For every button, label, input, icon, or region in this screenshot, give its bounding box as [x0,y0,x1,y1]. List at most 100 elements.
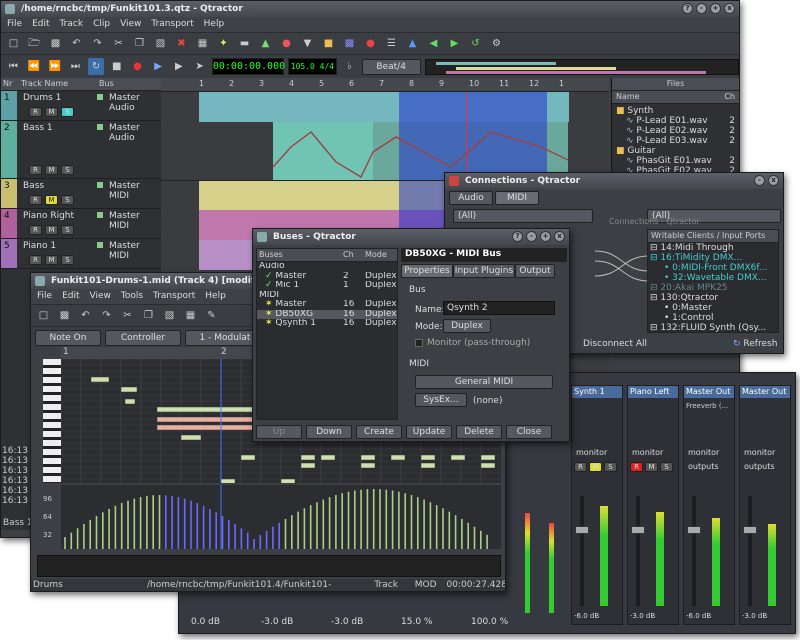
new-icon[interactable]: □ [5,35,22,52]
ed-cut-icon[interactable]: ✂ [119,307,136,324]
track-s-button[interactable]: S [61,255,74,265]
track-m-button[interactable]: M [45,195,58,205]
help-icon[interactable]: ? [682,3,693,14]
track-r-button[interactable]: R [29,165,42,175]
file-item[interactable]: ∿ P-Lead E03.wav 2 [616,136,735,146]
port-item[interactable]: ⊟ 16:TiMidity DMX... [650,253,778,263]
buses-list[interactable]: Buses Ch Mode Audio ✓ Master 2 Duplex ✓ Mic 11… [256,248,398,420]
midi-note[interactable] [390,454,406,461]
track-m-button[interactable]: M [45,165,58,175]
track-row[interactable]: 1 Drums 1 Master Audio R M S [1,91,161,121]
event-type-select[interactable]: Controller [105,329,181,346]
track-s-button[interactable]: S [61,225,74,235]
strip-r-button[interactable]: R [630,462,643,472]
strip-fader[interactable] [580,496,584,606]
file-item[interactable]: ∿ P-Lead E01.wav 2 [616,116,735,126]
bus-group-row[interactable]: MIDI [257,291,397,301]
port-item[interactable]: ⊟ 130:Qtractor [650,293,778,303]
bus-close-button[interactable]: Close [506,425,552,439]
strip-name[interactable]: Piano Left [628,386,678,398]
redo-icon[interactable]: ↷ [89,35,106,52]
piano-keys[interactable] [43,359,61,483]
midi-note[interactable] [240,454,256,461]
strip-m-button[interactable]: M [645,462,658,472]
loop-icon[interactable]: ↺ [467,35,484,52]
track-r-button[interactable]: R [29,107,42,117]
track-name[interactable]: Piano 1 [23,241,56,251]
files-col-ch[interactable]: Ch [724,91,735,103]
midi-note[interactable] [480,454,496,461]
bus-row[interactable]: ✶ Qsynth 1 16 Duplex [257,319,397,329]
arranger-ruler[interactable]: 1 2 3 4 5 6 7 8 9 10 11 12 1 [161,78,609,92]
ed-paste-icon[interactable]: ▧ [161,307,178,324]
midi-note[interactable] [180,434,202,441]
minimize-icon[interactable]: - [696,3,707,14]
strip-outputs[interactable]: outputs [744,462,775,471]
strip-monitor[interactable]: monitor [744,448,775,457]
bus-down-button[interactable]: Down [306,425,352,439]
col-bus[interactable]: Bus [95,78,114,90]
midi-note[interactable] [280,478,296,483]
strip-m-button[interactable]: M [589,462,602,472]
minimize-icon[interactable]: - [526,231,537,242]
loop-toggle-icon[interactable]: ↻ [87,58,105,75]
track-m-button[interactable]: M [45,255,58,265]
col-nr[interactable]: Nr [1,78,17,90]
velocity-lane[interactable] [61,485,501,549]
midi-note[interactable] [480,462,496,469]
settings-icon[interactable]: ⚙ [488,35,505,52]
back-icon[interactable]: ⏪ [26,58,43,75]
help-icon[interactable]: ? [512,231,523,242]
port-item[interactable]: ⊟ 20:Akai MPK25 [650,283,778,293]
close-icon[interactable]: x [724,3,735,14]
add-track-icon[interactable]: ✦ [215,35,232,52]
mixer-icon[interactable]: ☰ [383,35,400,52]
time-display[interactable]: 00:00:00.000 [211,58,285,75]
folder-icon[interactable]: ■ [320,35,337,52]
port-item[interactable]: • 1:Control [650,313,778,323]
menu-view[interactable]: View [120,17,141,32]
track-row[interactable]: 5 Piano 1 Master MIDI R M S [1,239,161,269]
bus-row[interactable]: ✓ Master 2 Duplex [257,272,397,282]
punch-icon[interactable]: ▶ [171,58,188,75]
ed-new-icon[interactable]: □ [35,307,52,324]
strip-fader[interactable] [692,496,696,606]
ed-menu-transport[interactable]: Transport [153,289,195,304]
strip-monitor[interactable]: monitor [632,448,663,457]
folder-item[interactable]: ■ Synth [616,106,735,116]
arrow-left-icon[interactable]: ◀ [425,35,442,52]
ed-redo-icon[interactable]: ↷ [98,307,115,324]
menu-help[interactable]: Help [204,17,225,32]
strip-s-button[interactable]: S [604,462,617,472]
ed-undo-icon[interactable]: ↶ [77,307,94,324]
bus-col-mode[interactable]: Mode [365,249,387,261]
menu-track[interactable]: Track [60,17,84,32]
close-icon[interactable]: x [768,175,779,186]
stop-icon[interactable]: ■ [108,58,125,75]
ed-menu-tools[interactable]: Tools [121,289,143,304]
delete-icon[interactable]: ✖ [173,35,190,52]
track-s-button[interactable]: S [61,165,74,175]
track-row[interactable]: 4 Piano Right Master MIDI R M S [1,209,161,239]
tab-input-plugins[interactable]: Input Plugins [453,264,515,278]
port-item[interactable]: ⊟ 132:FLUID Synth (Qsy... [650,323,778,333]
bus-row[interactable]: ✶ DB50XG 16 Duplex [257,309,397,319]
arrow-right-icon[interactable]: ▶ [446,35,463,52]
midi-note[interactable] [360,454,376,461]
metro-icon[interactable]: ▲ [404,35,421,52]
follow-icon[interactable]: ➤ [191,58,208,75]
track-name[interactable]: Piano Right [23,211,74,221]
save-icon[interactable]: ▩ [47,35,64,52]
track-s-button[interactable]: S [61,195,74,205]
bus-update-button[interactable]: Update [406,425,452,439]
port-item[interactable]: ⊟ 14:Midi Through [650,243,778,253]
track-m-button[interactable]: M [45,107,58,117]
export-icon[interactable]: ▼ [299,35,316,52]
strip-name[interactable]: Synth 1 [572,386,622,398]
strip-name[interactable]: Master Out [740,386,790,398]
midi-note[interactable] [90,376,110,383]
track-name[interactable]: Bass [23,181,44,191]
view-type-select[interactable]: Note On [35,329,101,346]
ed-draw-icon[interactable]: ✎ [203,307,220,324]
midi-note[interactable] [360,462,376,469]
